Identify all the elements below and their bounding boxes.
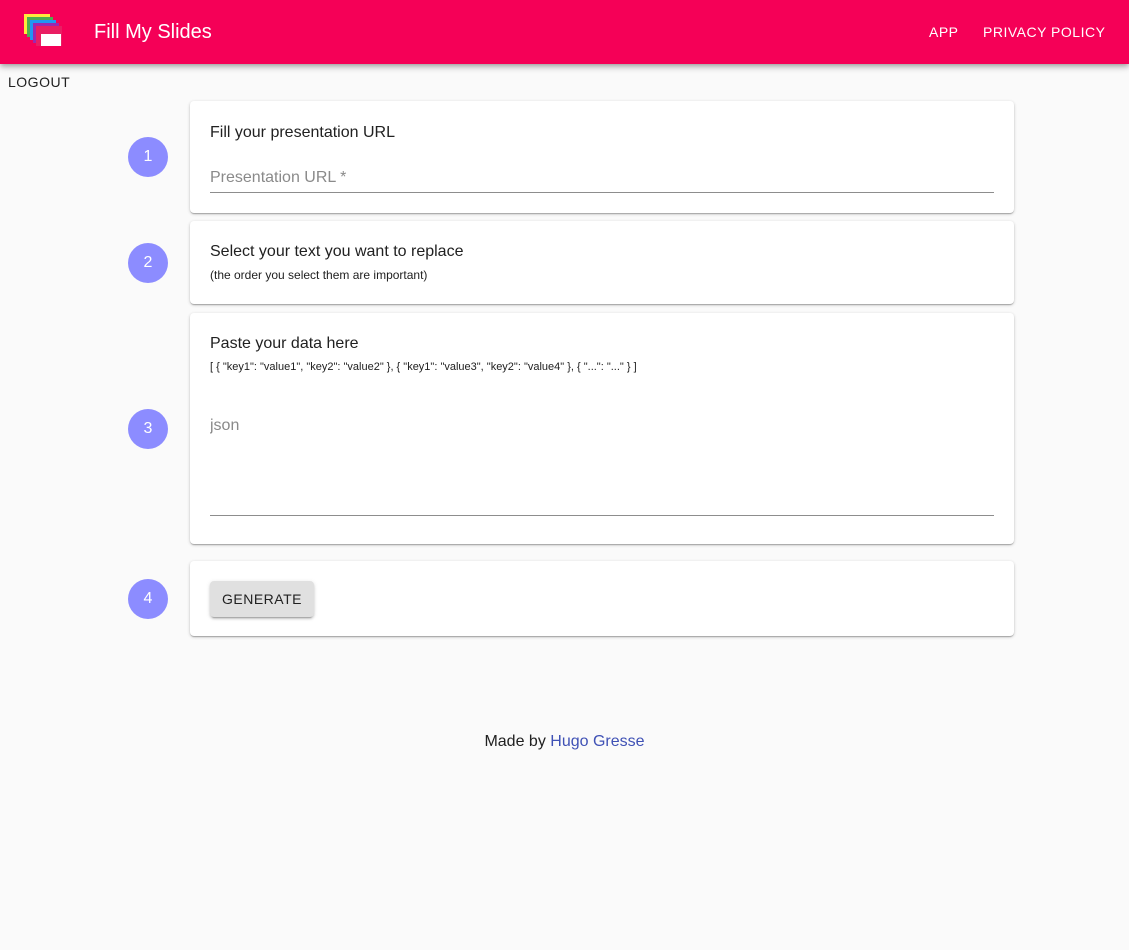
nav-app-button[interactable]: APP xyxy=(929,20,959,44)
step-1-title: Fill your presentation URL xyxy=(210,124,395,141)
generate-button[interactable]: GENERATE xyxy=(210,581,314,617)
step-3-card: Paste your data here [ { "key1": "value1… xyxy=(190,313,1014,544)
step-2-card: Select your text you want to replace (th… xyxy=(190,221,1014,304)
step-2-subtitle: (the order you select them are important… xyxy=(210,268,428,282)
step-3-title: Paste your data here xyxy=(210,335,359,352)
data-format-example: [ { "key1": "value1", "key2": "value2" }… xyxy=(210,361,637,373)
presentation-url-input[interactable] xyxy=(210,167,994,189)
step-1-card: Fill your presentation URL xyxy=(190,101,1014,213)
step-2-title: Select your text you want to replace xyxy=(210,243,464,260)
app-bar: Fill My Slides APP PRIVACY POLICY xyxy=(0,0,1129,64)
step-4-badge: 4 xyxy=(128,579,168,619)
author-link[interactable]: Hugo Gresse xyxy=(550,733,644,750)
presentation-url-underline xyxy=(210,192,994,193)
step-2-badge: 2 xyxy=(128,243,168,283)
app-title: Fill My Slides xyxy=(94,21,212,43)
step-4-card: GENERATE xyxy=(190,561,1014,636)
footer: Made by Hugo Gresse xyxy=(0,732,1129,752)
json-data-textarea[interactable] xyxy=(210,416,994,512)
step-3-badge: 3 xyxy=(128,409,168,449)
stacked-slides-icon xyxy=(24,14,64,50)
footer-made-by: Made by xyxy=(484,733,551,750)
logout-button[interactable]: LOGOUT xyxy=(8,72,70,92)
json-data-underline xyxy=(210,515,994,516)
nav-privacy-policy-button[interactable]: PRIVACY POLICY xyxy=(983,20,1105,44)
step-1-badge: 1 xyxy=(128,137,168,177)
